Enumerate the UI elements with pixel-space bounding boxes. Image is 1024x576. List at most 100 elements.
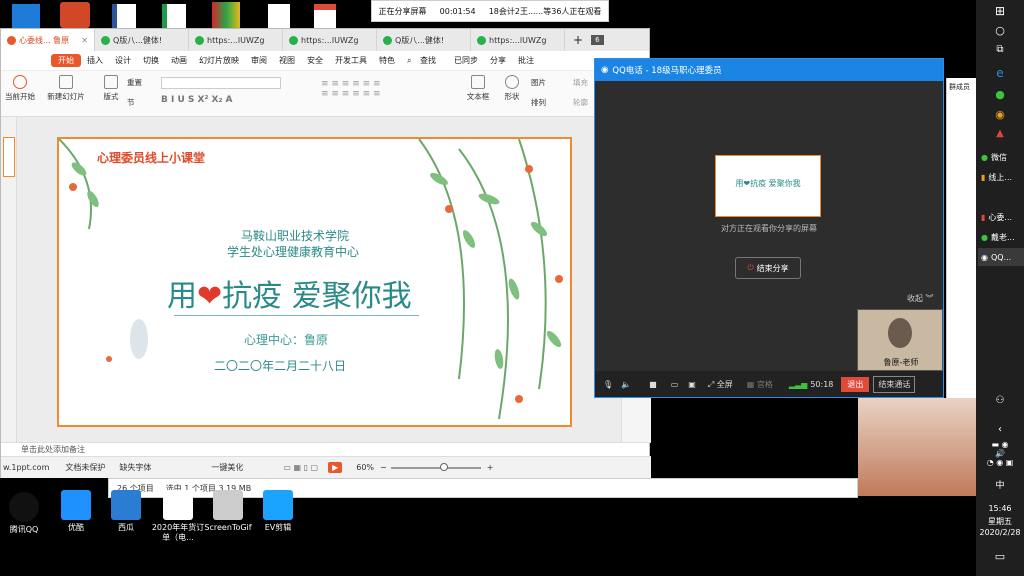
app-icon[interactable]: ▲ <box>986 128 1014 139</box>
ev-play-icon <box>263 490 293 520</box>
doc-tab[interactable]: Q版八...健体! <box>95 29 189 51</box>
layout-button[interactable]: 版式 <box>97 75 125 102</box>
beautify-button[interactable]: 一键美化 <box>211 462 243 473</box>
menu-transition[interactable]: 切换 <box>137 55 165 66</box>
file-icon[interactable] <box>268 4 290 28</box>
grid-button[interactable]: ▦ 宫格 <box>747 379 773 390</box>
sheet-icon[interactable] <box>162 4 186 28</box>
end-call-button[interactable]: 结束通话 <box>873 375 916 393</box>
slide-thumbnail[interactable] <box>3 137 15 177</box>
mic-icon[interactable]: 🎙 <box>603 380 613 389</box>
tray-icons-row2[interactable]: ◔ ◉ ▣ <box>986 458 1014 467</box>
doc-protect-button[interactable]: 文档未保护 <box>65 462 105 473</box>
notes-area[interactable]: 单击此处添加备注 <box>1 442 651 456</box>
font-name-select[interactable] <box>161 77 281 89</box>
doc-tab[interactable]: https:...lUWZg <box>471 29 565 51</box>
menu-synced[interactable]: 已同步 <box>448 55 484 66</box>
pdf-icon[interactable] <box>314 4 336 28</box>
reset-button[interactable]: 重置 <box>127 77 157 88</box>
zoom-out-button[interactable]: − <box>380 463 387 472</box>
browser-icon[interactable]: ● <box>986 88 1014 101</box>
section-button[interactable]: 节 <box>127 97 157 108</box>
slide[interactable]: 心理委员线上小课堂 马鞍山职业技术学院 学生处心理健康教育中心 用❤抗疫 爱聚你… <box>57 137 572 427</box>
taskbar-app-label: 心委... <box>988 212 1013 222</box>
tab-count-badge[interactable]: 6 <box>591 35 604 45</box>
clock-time[interactable]: 15:46 <box>976 504 1024 513</box>
menu-design[interactable]: 设计 <box>109 55 137 66</box>
doc-tab[interactable]: 心委线... 鲁原 ✕ <box>1 29 95 51</box>
menu-special[interactable]: 特色 <box>373 55 401 66</box>
camera-icon[interactable]: ■ <box>649 380 657 389</box>
shape-button[interactable]: 形状 <box>497 75 527 102</box>
menu-review[interactable]: 审阅 <box>245 55 273 66</box>
menu-animation[interactable]: 动画 <box>165 55 193 66</box>
notification-icon[interactable]: ▭ <box>986 550 1014 563</box>
desktop-icon-ev[interactable]: EV剪辑 <box>248 490 308 533</box>
collapse-button[interactable]: 收起 ︾ <box>907 293 934 304</box>
speaker-icon[interactable]: 🔈 <box>621 380 631 389</box>
whiteboard-icon[interactable]: ▣ <box>688 380 696 389</box>
slide-canvas[interactable]: 心理委员线上小课堂 马鞍山职业技术学院 学生处心理健康教育中心 用❤抗疫 爱聚你… <box>17 117 621 442</box>
slideshow-play-button[interactable]: ▶ <box>328 462 343 473</box>
doc-tab[interactable]: Q版八...健体! <box>377 29 471 51</box>
end-share-button[interactable]: ⏻ 结束分享 <box>735 257 801 279</box>
slide-title-left: 用 <box>167 279 197 314</box>
tray-chevron-icon[interactable]: ‹ <box>986 424 1014 435</box>
qq-call-titlebar[interactable]: ◉ QQ电话 - 18级马职心理委员 <box>595 59 943 81</box>
doc-tab[interactable]: https:...lUWZg <box>283 29 377 51</box>
chrome-icon[interactable]: ◉ <box>986 108 1014 121</box>
desktop-icon-label: EV剪辑 <box>264 523 292 532</box>
slide-thumbnail-pane[interactable] <box>1 117 17 442</box>
windows-start-icon[interactable]: ⊞ <box>986 4 1014 18</box>
menu-start[interactable]: 开始 <box>51 54 81 67</box>
xigua-icon <box>111 490 141 520</box>
wps-presentation-window: 心委线... 鲁原 ✕ Q版八...健体! https:...lUWZg http… <box>0 28 651 478</box>
play-button[interactable]: 当前开始 <box>3 75 37 102</box>
ppt-icon[interactable] <box>60 2 90 28</box>
computer-icon[interactable] <box>12 4 40 28</box>
taskbar-app-dai[interactable]: ● 戴老... <box>978 228 1024 246</box>
edge-icon[interactable]: e <box>986 66 1014 80</box>
menu-security[interactable]: 安全 <box>301 55 329 66</box>
taskbar-app-qq[interactable]: ◉ QQ... <box>978 248 1024 266</box>
menu-insert[interactable]: 插入 <box>81 55 109 66</box>
camera-name: 鲁原-老师 <box>883 358 919 367</box>
new-tab-button[interactable]: + <box>565 33 591 47</box>
zoom-slider-knob[interactable] <box>439 462 448 471</box>
zoom-level[interactable]: 60% <box>356 463 374 472</box>
paragraph-buttons[interactable]: ≡ ≡ ≡ ≡ ≡ ≡ ≡ ≡ ≡ ≡ ≡ ≡ <box>321 79 451 109</box>
desktop-icon-xigua[interactable]: 西瓜 <box>96 490 156 533</box>
menu-search[interactable]: ⌕ 查找 <box>401 55 448 66</box>
missing-font-button[interactable]: 缺失字体 <box>119 462 151 473</box>
share-screen-icon[interactable]: ▭ <box>671 380 679 389</box>
new-slide-button[interactable]: 新建幻灯片 <box>43 75 89 102</box>
menu-share[interactable]: 分享 <box>484 55 512 66</box>
menu-developer[interactable]: 开发工具 <box>329 55 373 66</box>
picture-button[interactable]: 图片 <box>531 77 561 88</box>
winrar-icon[interactable] <box>212 2 240 28</box>
tray-icons[interactable]: ▬ ◉ 🔊 <box>986 440 1014 458</box>
menu-slideshow[interactable]: 幻灯片放映 <box>193 55 245 66</box>
qq-call-body: 用❤抗疫 爱聚你我 对方正在观看你分享的屏幕 ⏻ 结束分享 收起 ︾ 鲁原-老师 <box>595 81 943 371</box>
zoom-slider[interactable] <box>390 462 481 471</box>
ime-indicator[interactable]: 中 <box>986 478 1014 491</box>
textbox-button[interactable]: 文本框 <box>463 75 493 102</box>
taskbar-app-online[interactable]: ▮ 线上... <box>978 168 1024 186</box>
background-photo <box>858 398 976 496</box>
close-icon[interactable]: ✕ <box>81 36 88 45</box>
taskbar-app-xinwei[interactable]: ▮ 心委... <box>978 208 1024 226</box>
search-icon[interactable]: ○ <box>986 24 1014 37</box>
zoom-in-button[interactable]: + <box>487 463 494 472</box>
fullscreen-button[interactable]: ⤢ 全屏 <box>708 379 733 390</box>
menu-comment[interactable]: 批注 <box>512 55 540 66</box>
taskbar-app-wechat[interactable]: ● 微信 <box>978 148 1024 166</box>
font-format-buttons[interactable]: B I U S X² X₂ A <box>161 95 311 109</box>
task-view-icon[interactable]: ⧉ <box>986 44 1014 55</box>
menu-view[interactable]: 视图 <box>273 55 301 66</box>
word-icon[interactable] <box>112 4 136 28</box>
view-mode-buttons[interactable]: ▭ ▦ ▯ ▢ <box>283 463 318 472</box>
arrange-button[interactable]: 排列 <box>531 97 567 108</box>
people-icon[interactable]: ⚇ <box>986 395 1014 406</box>
exit-button[interactable]: 退出 <box>841 376 870 392</box>
doc-tab[interactable]: https:...lUWZg <box>189 29 283 51</box>
